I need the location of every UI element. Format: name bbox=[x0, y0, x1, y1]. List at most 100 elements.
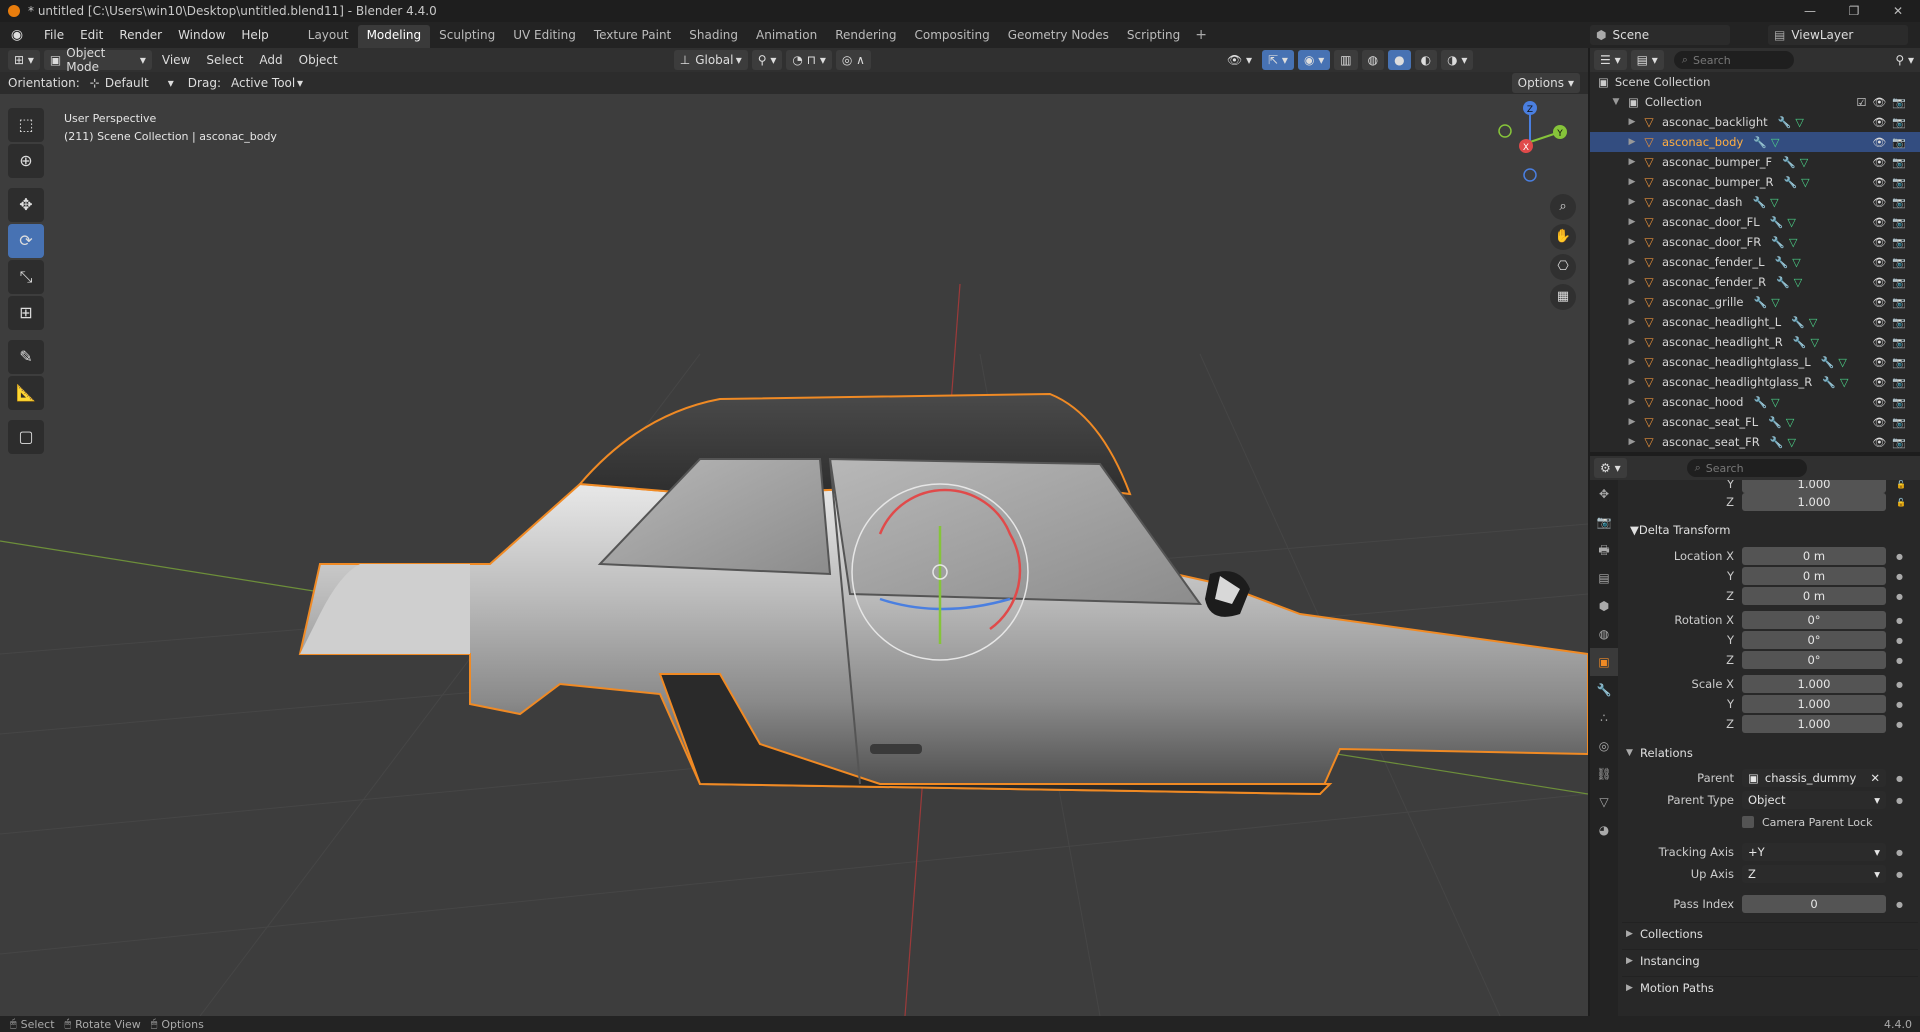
chevron-right-icon[interactable]: ▶ bbox=[1626, 197, 1638, 207]
relations-header[interactable]: ▼ Relations bbox=[1622, 742, 1918, 764]
modifier-icon[interactable]: 🔧 ▽ bbox=[1754, 296, 1780, 309]
keyframe-dot-icon[interactable]: ● bbox=[1896, 572, 1903, 581]
modifier-icon[interactable]: 🔧 ▽ bbox=[1783, 176, 1809, 189]
delta-location-z-field[interactable]: 0 m bbox=[1742, 587, 1886, 605]
menu-help[interactable]: Help bbox=[233, 22, 276, 48]
properties-search-input[interactable]: ⌕ Search bbox=[1686, 459, 1807, 477]
outliner-item[interactable]: ▶ ▽ asconac_dash 🔧 ▽ 👁📷 bbox=[1590, 192, 1920, 212]
modifier-icon[interactable]: 🔧 ▽ bbox=[1776, 276, 1802, 289]
mesh-data-icon[interactable]: ▽ bbox=[1794, 276, 1802, 289]
mode-selector[interactable]: ▣ Object Mode ▾ bbox=[43, 46, 152, 74]
properties-editor-type[interactable]: ⚙ ▾ bbox=[1594, 458, 1627, 478]
visibility-icons[interactable]: 👁📷 bbox=[1872, 316, 1912, 329]
mesh-data-icon[interactable]: ▽ bbox=[1838, 356, 1846, 369]
shading-material-button[interactable]: ◐ bbox=[1414, 50, 1438, 70]
visibility-icons[interactable]: 👁📷 bbox=[1872, 136, 1912, 149]
tracking-axis-select[interactable]: +Y ▾ bbox=[1742, 843, 1886, 861]
motion-paths-header[interactable]: ▶ Motion Paths bbox=[1622, 976, 1918, 998]
visibility-icons[interactable]: 👁📷 bbox=[1872, 156, 1912, 169]
modifier-icon[interactable]: 🔧 ▽ bbox=[1753, 396, 1779, 409]
outliner-item[interactable]: ▶ ▽ asconac_headlightglass_R 🔧 ▽ 👁📷 bbox=[1590, 372, 1920, 392]
gizmo-toggle[interactable]: ⇱ ▾ bbox=[1262, 50, 1294, 70]
editor-type-button[interactable]: ⊞ ▾ bbox=[8, 50, 40, 70]
keyframe-dot-icon[interactable]: ● bbox=[1896, 796, 1903, 805]
outliner-item[interactable]: ▶ ▽ asconac_headlight_R 🔧 ▽ 👁📷 bbox=[1590, 332, 1920, 352]
shading-solid-button[interactable]: ● bbox=[1388, 50, 1411, 70]
chevron-right-icon[interactable]: ▶ bbox=[1626, 217, 1638, 227]
clear-x-icon[interactable]: ✕ bbox=[1870, 769, 1880, 787]
measure-tool-icon[interactable]: 📐 bbox=[8, 376, 44, 410]
up-axis-select[interactable]: Z ▾ bbox=[1742, 865, 1886, 883]
chevron-right-icon[interactable]: ▶ bbox=[1626, 157, 1638, 167]
tab-scripting[interactable]: Scripting bbox=[1118, 25, 1189, 48]
modifier-icon[interactable]: 🔧 ▽ bbox=[1782, 156, 1808, 169]
physics-tab-icon[interactable]: ◎ bbox=[1590, 732, 1618, 760]
keyframe-dot-icon[interactable]: ● bbox=[1896, 552, 1903, 561]
modifier-icon[interactable]: 🔧 ▽ bbox=[1768, 416, 1794, 429]
scene-tab-icon[interactable]: ⬢ bbox=[1590, 592, 1618, 620]
camera-view-icon[interactable]: ⎔ bbox=[1550, 254, 1576, 280]
outliner-item[interactable]: ▶ ▽ asconac_bumper_R 🔧 ▽ 👁📷 bbox=[1590, 172, 1920, 192]
keyframe-dot-icon[interactable]: ● bbox=[1896, 592, 1903, 601]
outliner-item[interactable]: ▶ ▽ asconac_seat_FR 🔧 ▽ 👁📷 bbox=[1590, 432, 1920, 452]
outliner-item[interactable]: ▶ ▽ asconac_door_FL 🔧 ▽ 👁📷 bbox=[1590, 212, 1920, 232]
mesh-data-icon[interactable]: ▽ bbox=[1795, 116, 1803, 129]
visibility-icons[interactable]: 👁📷 bbox=[1872, 276, 1912, 289]
visibility-icons[interactable]: 👁📷 bbox=[1872, 236, 1912, 249]
menu-render[interactable]: Render bbox=[111, 22, 170, 48]
mesh-data-icon[interactable]: ▽ bbox=[1810, 336, 1818, 349]
visibility-icons[interactable]: 👁📷 bbox=[1872, 176, 1912, 189]
keyframe-dot-icon[interactable]: ● bbox=[1896, 848, 1903, 857]
mesh-data-icon[interactable]: ▽ bbox=[1787, 216, 1795, 229]
visibility-icons[interactable]: 👁📷 bbox=[1872, 296, 1912, 309]
add-workspace-button[interactable]: + bbox=[1189, 22, 1213, 48]
select-box-icon[interactable]: ⬚ bbox=[8, 108, 44, 142]
keyframe-dot-icon[interactable]: ● bbox=[1896, 680, 1903, 689]
transform-tool-icon[interactable]: ⊞ bbox=[8, 296, 44, 330]
mesh-data-icon[interactable]: ▽ bbox=[1840, 376, 1848, 389]
xray-toggle[interactable]: ▥ bbox=[1334, 50, 1358, 70]
menu-add[interactable]: Add bbox=[253, 50, 288, 70]
modifier-tab-icon[interactable]: 🔧 bbox=[1590, 676, 1618, 704]
delta-rotation-x-field[interactable]: 0° bbox=[1742, 611, 1886, 629]
view-layer-tab-icon[interactable]: ▤ bbox=[1590, 564, 1618, 592]
modifier-icon[interactable]: 🔧 ▽ bbox=[1753, 136, 1779, 149]
scale-z-field[interactable]: 1.000 bbox=[1742, 493, 1886, 511]
view-layer-selector[interactable]: ▤ ViewLayer bbox=[1768, 25, 1908, 45]
mesh-data-icon[interactable]: ▽ bbox=[1792, 256, 1800, 269]
mesh-data-icon[interactable]: ▽ bbox=[1771, 296, 1779, 309]
delta-rotation-z-field[interactable]: 0° bbox=[1742, 651, 1886, 669]
ortho-grid-icon[interactable]: ▦ bbox=[1550, 284, 1576, 310]
menu-view[interactable]: View bbox=[156, 50, 196, 70]
move-tool-icon[interactable]: ✥ bbox=[8, 188, 44, 222]
keyframe-dot-icon[interactable]: ● bbox=[1896, 616, 1903, 625]
outliner-item[interactable]: ▶ ▽ asconac_bumper_F 🔧 ▽ 👁📷 bbox=[1590, 152, 1920, 172]
blender-logo-icon[interactable]: ◉ bbox=[8, 26, 26, 44]
chevron-right-icon[interactable]: ▶ bbox=[1626, 337, 1638, 347]
shading-rendered-button[interactable]: ◑ ▾ bbox=[1441, 50, 1474, 70]
mesh-data-icon[interactable]: ▽ bbox=[1788, 436, 1796, 449]
outliner-item[interactable]: ▶ ▽ asconac_seat_FL 🔧 ▽ 👁📷 bbox=[1590, 412, 1920, 432]
tab-rendering[interactable]: Rendering bbox=[826, 25, 905, 48]
output-tab-icon[interactable]: 🖶 bbox=[1590, 536, 1618, 564]
tool-tab-icon[interactable]: ✥ bbox=[1590, 480, 1618, 508]
shading-wireframe-button[interactable]: ◍ bbox=[1361, 50, 1385, 70]
visibility-icons[interactable]: 👁📷 bbox=[1872, 356, 1912, 369]
delta-location-y-field[interactable]: 0 m bbox=[1742, 567, 1886, 585]
pivot-point-button[interactable]: ⚲ ▾ bbox=[751, 50, 783, 70]
tab-uv-editing[interactable]: UV Editing bbox=[504, 25, 585, 48]
options-button[interactable]: Options ▾ bbox=[1511, 73, 1580, 93]
transform-orientation-selector[interactable]: ⊥ Global ▾ bbox=[673, 50, 748, 70]
tab-compositing[interactable]: Compositing bbox=[905, 25, 998, 48]
chevron-right-icon[interactable]: ▶ bbox=[1626, 137, 1638, 147]
tab-layout[interactable]: Layout bbox=[299, 25, 358, 48]
delta-location-x-field[interactable]: 0 m bbox=[1742, 547, 1886, 565]
lock-icon[interactable]: 🔓 bbox=[1896, 480, 1906, 489]
visibility-icons[interactable]: 👁📷 bbox=[1872, 196, 1912, 209]
3d-viewport[interactable]: User Perspective (211) Scene Collection … bbox=[0, 94, 1588, 1016]
tab-animation[interactable]: Animation bbox=[747, 25, 826, 48]
snap-toggle[interactable]: ◔ ⊓ ▾ bbox=[786, 50, 832, 70]
filter-icon[interactable]: ⚲ ▾ bbox=[1889, 50, 1920, 70]
maximize-button[interactable]: ❐ bbox=[1832, 0, 1876, 22]
tab-sculpting[interactable]: Sculpting bbox=[430, 25, 504, 48]
